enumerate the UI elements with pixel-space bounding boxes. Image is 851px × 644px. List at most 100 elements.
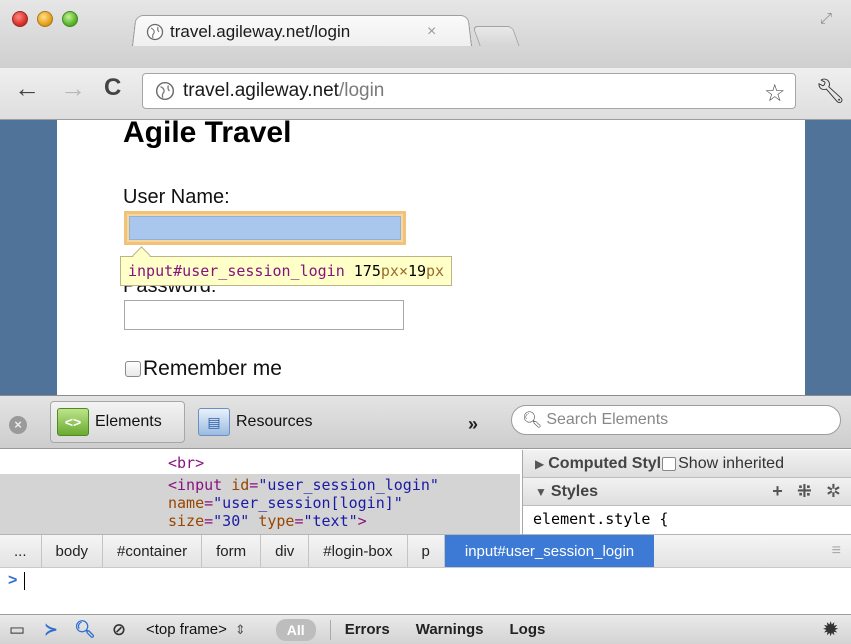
breadcrumb-item[interactable]: div <box>261 535 310 567</box>
star-icon[interactable]: ☆ <box>764 79 786 108</box>
statusbar-divider <box>329 619 331 640</box>
computed-style-label: Computed Styl <box>548 454 662 472</box>
breadcrumb-menu-icon[interactable]: ≡ <box>832 542 841 560</box>
console-prompt: > <box>8 572 18 589</box>
expanded-triangle-icon: ▼ <box>535 484 547 499</box>
globe-icon <box>146 23 164 41</box>
styles-sidebar: ▶ Computed Styl Show inherited ▼ Styles +… <box>522 450 851 534</box>
devtools-statusbar: ▭ ≻ 🔍︎ ⊘ <top frame> ⇕ All Errors Warnin… <box>0 614 851 644</box>
search-elements-input[interactable]: 🔍︎ Search Elements <box>511 405 841 435</box>
reload-icon[interactable]: C <box>104 75 121 101</box>
styles-header[interactable]: ▼ Styles + ⁜ ✲ <box>523 478 851 506</box>
dom-tag-close: > <box>357 512 367 530</box>
elements-icon: <> <box>57 408 89 436</box>
breadcrumb-item[interactable]: #login-box <box>309 535 408 567</box>
dom-val-id: "user_session_login" <box>258 476 439 494</box>
tooltip-width: 175 <box>353 262 381 280</box>
tooltip-times: × <box>398 262 408 280</box>
settings-icon[interactable]: ✲ <box>826 481 841 502</box>
tooltip-selector: input#user_session_login <box>128 262 345 280</box>
back-icon[interactable]: ← <box>14 75 40 101</box>
inspect-search-icon[interactable]: 🔍︎ <box>68 620 102 640</box>
element-state-icon[interactable]: ⁜ <box>797 481 812 502</box>
dom-attr-size: size <box>168 512 205 530</box>
fullscreen-icon[interactable]: ⤢ <box>820 10 832 27</box>
breadcrumb-item[interactable]: form <box>202 535 262 567</box>
tooltip-unit-w: px <box>380 262 399 280</box>
show-inherited-checkbox[interactable] <box>662 456 677 471</box>
dom-line-input-2[interactable]: name="user_session[login]" <box>168 494 403 513</box>
computed-style-header[interactable]: ▶ Computed Styl Show inherited <box>523 450 851 478</box>
search-icon: 🔍︎ <box>522 412 543 429</box>
breadcrumb-item[interactable]: body <box>42 535 104 567</box>
inspect-tooltip: input#user_session_login 175 px × 19 px <box>120 256 453 286</box>
tab-elements-label: Elements <box>95 413 162 430</box>
clear-console-icon[interactable]: ⊘ <box>102 620 136 640</box>
forward-icon[interactable]: → <box>60 75 86 101</box>
window-minimize-button[interactable] <box>37 11 53 27</box>
dock-icon[interactable]: ▭ <box>0 620 34 640</box>
window-close-button[interactable] <box>12 11 28 27</box>
breadcrumb-item[interactable]: #container <box>103 535 203 567</box>
dom-line-br[interactable]: <br> <box>168 454 204 473</box>
browser-tab-content[interactable]: travel.agileway.net/login <box>146 20 350 44</box>
add-rule-icon[interactable]: + <box>772 481 783 502</box>
styles-label: Styles <box>550 482 599 500</box>
dom-val-type: "text" <box>303 512 358 530</box>
page-title: Agile Travel <box>123 120 292 149</box>
url-path: /login <box>338 80 385 101</box>
console-caret <box>24 572 25 590</box>
tab-title: travel.agileway.net/login <box>170 22 351 41</box>
search-placeholder: Search Elements <box>546 411 669 428</box>
dom-line-input-3[interactable]: size="30" type="text"> <box>168 512 367 531</box>
window-zoom-button[interactable] <box>62 11 78 27</box>
breadcrumb-item-active[interactable]: input#user_session_login <box>444 535 655 567</box>
password-input[interactable] <box>124 300 404 330</box>
styles-tools: + ⁜ ✲ <box>772 481 841 502</box>
dom-val-size: "30" <box>213 512 250 530</box>
filter-warnings-button[interactable]: Warnings <box>416 621 484 638</box>
tab-elements[interactable]: <> Elements <box>50 401 185 443</box>
dom-attr-name: name <box>168 494 205 512</box>
username-input-highlight[interactable] <box>124 211 406 245</box>
tab-resources[interactable]: ▤ Resources <box>192 401 318 443</box>
tab-close-icon[interactable]: × <box>427 23 436 41</box>
wrench-icon[interactable]: 🔧︎ <box>815 77 845 106</box>
dom-attr-id: id <box>231 476 250 494</box>
gear-icon[interactable]: ✹ <box>822 617 839 642</box>
address-bar[interactable]: travel.agileway.net/login <box>142 73 796 109</box>
breadcrumb-item[interactable]: ... <box>0 535 42 567</box>
tooltip-unit-h: px <box>426 262 445 280</box>
tooltip-height: 19 <box>407 262 427 280</box>
globe-icon <box>155 81 175 101</box>
filter-errors-button[interactable]: Errors <box>345 621 390 638</box>
console-input[interactable]: > <box>0 568 851 608</box>
url-host: travel.agileway.net <box>183 80 339 101</box>
dom-tag-input: <input <box>168 476 223 494</box>
dom-line-input[interactable]: <input id="user_session_login" <box>168 476 439 495</box>
filter-all-button[interactable]: All <box>275 618 316 641</box>
breadcrumb: ... body #container form div #login-box … <box>0 534 851 568</box>
remember-me-checkbox[interactable] <box>125 361 141 377</box>
collapsed-triangle-icon: ▶ <box>535 456 545 471</box>
dom-val-name: "user_session[login]" <box>213 494 403 512</box>
remember-me-row[interactable]: Remember me <box>125 357 282 381</box>
dom-tree[interactable]: <br> <input id="user_session_login" name… <box>0 450 520 534</box>
frame-select-value: <top frame> <box>146 621 227 638</box>
username-input[interactable] <box>129 216 401 240</box>
remember-me-label: Remember me <box>143 357 282 380</box>
frame-select[interactable]: <top frame> ⇕ <box>146 621 246 638</box>
element-style-rule[interactable]: element.style { <box>523 506 851 532</box>
console-toggle-icon[interactable]: ≻ <box>34 620 68 640</box>
devtools-close-icon[interactable]: × <box>9 416 27 434</box>
select-arrows-icon: ⇕ <box>234 621 246 637</box>
filter-logs-button[interactable]: Logs <box>510 621 546 638</box>
show-inherited-label: Show inherited <box>678 454 784 472</box>
username-label: User Name: <box>123 186 230 208</box>
tab-resources-label: Resources <box>236 413 313 430</box>
resources-icon: ▤ <box>198 408 230 436</box>
more-tabs-button[interactable]: » <box>468 414 478 435</box>
breadcrumb-item[interactable]: p <box>408 535 445 567</box>
new-tab-button[interactable] <box>472 26 520 46</box>
dom-attr-type: type <box>258 512 295 530</box>
